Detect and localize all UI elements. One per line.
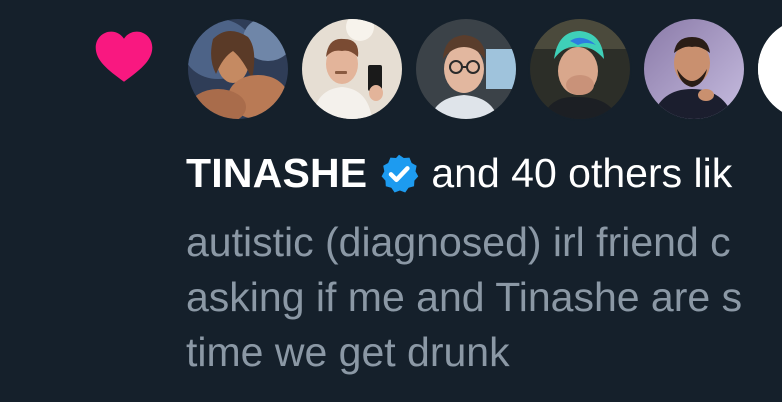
tweet-line: time we get drunk: [186, 329, 510, 375]
tweet-line: autistic (diagnosed) irl friend c: [186, 219, 731, 265]
liker-name-link[interactable]: TINASHE: [186, 150, 367, 196]
avatar[interactable]: [300, 17, 404, 121]
avatar[interactable]: [186, 17, 290, 121]
tweet-text[interactable]: autistic (diagnosed) irl friend c asking…: [186, 215, 782, 380]
avatar[interactable]: [642, 17, 746, 121]
avatar[interactable]: [528, 17, 632, 121]
avatar[interactable]: [414, 17, 518, 121]
tweet-line: asking if me and Tinashe are s: [186, 274, 743, 320]
liked-by-line: TINASHE and 40 others lik: [186, 146, 732, 200]
avatar[interactable]: [756, 17, 782, 121]
verified-badge-icon: [381, 154, 419, 193]
others-liked-text[interactable]: and 40 others lik: [431, 150, 732, 196]
heart-icon: [95, 31, 153, 82]
liker-avatars: [186, 17, 782, 123]
like-notification[interactable]: TINASHE and 40 others lik autistic (diag…: [0, 0, 782, 402]
